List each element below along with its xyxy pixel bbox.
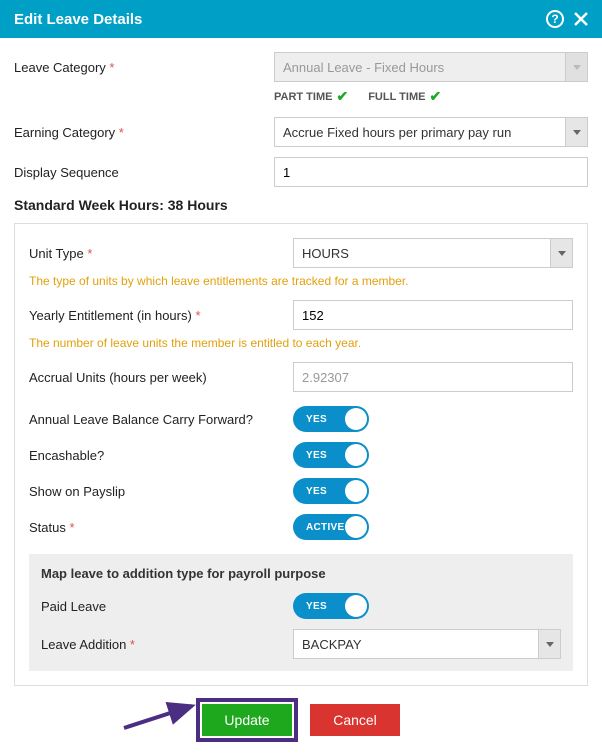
modal-header: Edit Leave Details ? bbox=[0, 0, 602, 38]
chevron-down-icon bbox=[550, 239, 572, 267]
earning-category-value: Accrue Fixed hours per primary pay run bbox=[283, 125, 511, 140]
toggle-knob bbox=[345, 444, 367, 466]
standard-week-panel: Unit Type * HOURS The type of units by w… bbox=[14, 223, 588, 686]
toggle-knob bbox=[345, 408, 367, 430]
paid-leave-row: Paid Leave YES bbox=[41, 593, 561, 619]
required-marker: * bbox=[130, 637, 135, 652]
unit-type-row: Unit Type * HOURS bbox=[29, 238, 573, 268]
full-time-badge: FULL TIME ✔ bbox=[368, 88, 441, 105]
unit-type-help: The type of units by which leave entitle… bbox=[29, 274, 573, 288]
close-icon[interactable] bbox=[574, 12, 588, 26]
earning-category-select[interactable]: Accrue Fixed hours per primary pay run bbox=[274, 117, 588, 147]
required-marker: * bbox=[119, 125, 124, 140]
encashable-toggle[interactable]: YES bbox=[293, 442, 369, 468]
toggle-knob bbox=[345, 480, 367, 502]
yearly-entitlement-label: Yearly Entitlement (in hours) * bbox=[29, 308, 293, 323]
toggle-label: ACTIVE bbox=[306, 522, 344, 533]
unit-type-select[interactable]: HOURS bbox=[293, 238, 573, 268]
standard-week-title: Standard Week Hours: 38 Hours bbox=[14, 197, 588, 213]
mapping-subpanel: Map leave to addition type for payroll p… bbox=[29, 554, 573, 671]
required-marker: * bbox=[195, 308, 200, 323]
leave-category-label: Leave Category * bbox=[14, 60, 274, 75]
unit-type-value: HOURS bbox=[302, 246, 349, 261]
earning-category-row: Earning Category * Accrue Fixed hours pe… bbox=[14, 117, 588, 147]
toggle-knob bbox=[345, 516, 367, 538]
accrual-units-row: Accrual Units (hours per week) bbox=[29, 362, 573, 392]
update-button[interactable]: Update bbox=[202, 704, 292, 736]
mapping-title: Map leave to addition type for payroll p… bbox=[41, 566, 561, 581]
status-toggle[interactable]: ACTIVE bbox=[293, 514, 369, 540]
help-icon[interactable]: ? bbox=[546, 10, 564, 28]
header-icons: ? bbox=[546, 10, 588, 28]
earning-category-label: Earning Category * bbox=[14, 125, 274, 140]
leave-category-row: Leave Category * Annual Leave - Fixed Ho… bbox=[14, 52, 588, 82]
modal-footer: Update Cancel bbox=[0, 686, 602, 754]
encashable-label: Encashable? bbox=[29, 448, 293, 463]
required-marker: * bbox=[109, 60, 114, 75]
cancel-button[interactable]: Cancel bbox=[310, 704, 400, 736]
modal-body: Leave Category * Annual Leave - Fixed Ho… bbox=[0, 38, 602, 686]
toggle-label: YES bbox=[306, 601, 327, 612]
required-marker: * bbox=[87, 246, 92, 261]
required-marker: * bbox=[69, 520, 74, 535]
chevron-down-icon bbox=[538, 630, 560, 658]
leave-addition-select[interactable]: BACKPAY bbox=[293, 629, 561, 659]
annotation-arrow-icon bbox=[120, 694, 210, 734]
encashable-row: Encashable? YES bbox=[29, 442, 573, 468]
employment-type-badges: PART TIME ✔ FULL TIME ✔ bbox=[274, 88, 588, 105]
part-time-badge: PART TIME ✔ bbox=[274, 88, 348, 105]
modal-title: Edit Leave Details bbox=[14, 11, 142, 28]
display-sequence-input[interactable] bbox=[274, 157, 588, 187]
toggle-label: YES bbox=[306, 450, 327, 461]
show-payslip-toggle[interactable]: YES bbox=[293, 478, 369, 504]
show-payslip-label: Show on Payslip bbox=[29, 484, 293, 499]
carry-forward-toggle[interactable]: YES bbox=[293, 406, 369, 432]
carry-forward-label: Annual Leave Balance Carry Forward? bbox=[29, 412, 293, 427]
accrual-units-input[interactable] bbox=[293, 362, 573, 392]
unit-type-label: Unit Type * bbox=[29, 246, 293, 261]
chevron-down-icon bbox=[565, 118, 587, 146]
yearly-entitlement-input[interactable] bbox=[293, 300, 573, 330]
toggle-label: YES bbox=[306, 486, 327, 497]
leave-category-value: Annual Leave - Fixed Hours bbox=[283, 60, 444, 75]
display-sequence-label: Display Sequence bbox=[14, 165, 274, 180]
accrual-units-label: Accrual Units (hours per week) bbox=[29, 370, 293, 385]
display-sequence-row: Display Sequence bbox=[14, 157, 588, 187]
leave-addition-value: BACKPAY bbox=[302, 637, 361, 652]
check-icon: ✔ bbox=[429, 88, 441, 105]
toggle-knob bbox=[345, 595, 367, 617]
svg-text:?: ? bbox=[551, 12, 558, 26]
paid-leave-toggle[interactable]: YES bbox=[293, 593, 369, 619]
status-label: Status * bbox=[29, 520, 293, 535]
chevron-down-icon bbox=[565, 53, 587, 81]
status-row: Status * ACTIVE bbox=[29, 514, 573, 540]
paid-leave-label: Paid Leave bbox=[41, 599, 293, 614]
yearly-entitlement-help: The number of leave units the member is … bbox=[29, 336, 573, 350]
show-payslip-row: Show on Payslip YES bbox=[29, 478, 573, 504]
leave-addition-label: Leave Addition * bbox=[41, 637, 293, 652]
leave-category-select[interactable]: Annual Leave - Fixed Hours bbox=[274, 52, 588, 82]
toggle-label: YES bbox=[306, 414, 327, 425]
leave-addition-row: Leave Addition * BACKPAY bbox=[41, 629, 561, 659]
carry-forward-row: Annual Leave Balance Carry Forward? YES bbox=[29, 406, 573, 432]
check-icon: ✔ bbox=[336, 88, 348, 105]
yearly-entitlement-row: Yearly Entitlement (in hours) * bbox=[29, 300, 573, 330]
